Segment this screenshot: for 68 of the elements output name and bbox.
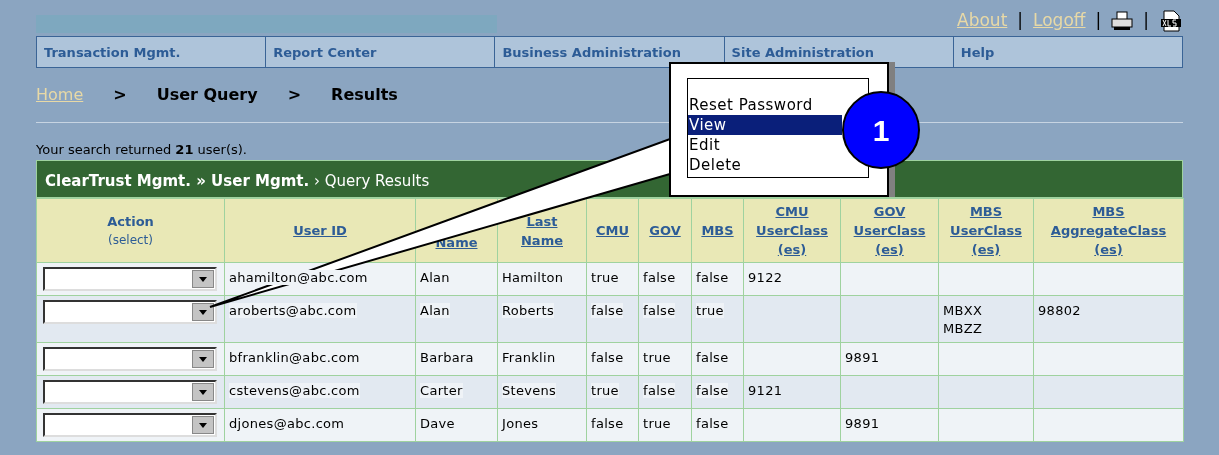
table-cell-text: true bbox=[643, 416, 671, 431]
breadcrumb-item: User Query bbox=[156, 84, 258, 106]
nav-tab[interactable]: Report Center bbox=[265, 37, 495, 67]
table-cell-text: true bbox=[591, 270, 619, 285]
action-dropdown[interactable] bbox=[43, 380, 217, 404]
table-cell-text: false bbox=[696, 270, 729, 285]
separator: | bbox=[1017, 9, 1024, 32]
nav-tab[interactable]: Transaction Mgmt. bbox=[37, 37, 266, 67]
table-cell-text: 9122 bbox=[748, 269, 784, 287]
table-cell-text: Hamilton bbox=[502, 270, 564, 285]
breadcrumb-separator: > bbox=[113, 84, 127, 106]
column-header[interactable]: User ID bbox=[224, 198, 416, 263]
menu-option[interactable]: Edit bbox=[688, 135, 842, 155]
separator: | bbox=[1143, 9, 1149, 32]
table-cell-text: true bbox=[591, 383, 619, 398]
table-cell-text: 9891 bbox=[845, 415, 881, 433]
separator: | bbox=[1095, 9, 1102, 32]
table-cell-text: ahamilton@abc.com bbox=[229, 270, 368, 285]
table-cell-text: true bbox=[696, 303, 724, 318]
breadcrumb-separator: > bbox=[287, 84, 302, 106]
column-header[interactable]: CMU UserClass (es) bbox=[743, 198, 841, 263]
table-cell-text: MBZZ bbox=[943, 320, 984, 338]
table-cell-text: Alan bbox=[420, 270, 450, 285]
table-cell-text: Alan bbox=[420, 303, 450, 318]
column-header[interactable]: MBS UserClass (es) bbox=[938, 198, 1034, 263]
table-cell-text: false bbox=[643, 270, 676, 285]
action-dropdown[interactable] bbox=[43, 267, 217, 291]
menu-option[interactable]: Reset Password bbox=[688, 95, 842, 115]
table-cell-text: false bbox=[696, 383, 729, 398]
column-header[interactable]: MBS bbox=[691, 198, 744, 263]
table-cell-text: MBXX bbox=[943, 302, 984, 320]
table-cell-text: Barbara bbox=[420, 350, 474, 365]
column-header[interactable]: CMU bbox=[586, 198, 639, 263]
search-summary: Your search returned 21 user(s). bbox=[36, 142, 247, 157]
table-cell-text: 9121 bbox=[748, 382, 784, 400]
column-header[interactable]: GOV UserClass (es) bbox=[840, 198, 939, 263]
column-header[interactable]: GOV bbox=[638, 198, 692, 263]
nav-tab[interactable]: Help bbox=[952, 37, 1182, 67]
printer-icon[interactable] bbox=[1111, 10, 1134, 31]
nav-tab[interactable]: Business Administration bbox=[494, 37, 724, 67]
action-dropdown[interactable] bbox=[43, 347, 217, 371]
table-cell-text: false bbox=[591, 416, 624, 431]
table-cell-text: cstevens@abc.com bbox=[229, 383, 360, 398]
action-dropdown[interactable] bbox=[43, 300, 217, 324]
column-header[interactable]: MBS AggregateClass (es) bbox=[1033, 198, 1184, 263]
table-cell-text: true bbox=[643, 350, 671, 365]
table-cell-text: Stevens bbox=[502, 383, 557, 398]
table-cell-text: Jones bbox=[502, 416, 539, 431]
table-cell-text: false bbox=[591, 350, 624, 365]
table-cell-text: false bbox=[696, 350, 729, 365]
breadcrumb-item: Results bbox=[331, 84, 398, 106]
table-cell-text: false bbox=[696, 416, 729, 431]
action-dropdown[interactable] bbox=[43, 413, 217, 437]
table-cell-text: false bbox=[591, 303, 624, 318]
table-cell-text: false bbox=[643, 303, 676, 318]
table-cell-text: Carter bbox=[420, 383, 463, 398]
table-cell-text: aroberts@abc.com bbox=[229, 303, 357, 318]
table-cell-text: Franklin bbox=[502, 350, 556, 365]
menu-option[interactable]: View bbox=[688, 115, 842, 135]
table-cell-text: djones@abc.com bbox=[229, 416, 345, 431]
table-cell-text: 98802 bbox=[1038, 302, 1082, 320]
table-cell-text: Dave bbox=[420, 416, 455, 431]
spreadsheet-file-icon[interactable] bbox=[1159, 9, 1183, 32]
table-cell-text: false bbox=[643, 383, 676, 398]
table-cell-text: bfranklin@abc.com bbox=[229, 350, 360, 365]
table-cell-text: Roberts bbox=[502, 303, 554, 318]
column-header: Action (select) bbox=[36, 198, 225, 263]
table-cell-text: 9891 bbox=[845, 349, 881, 367]
